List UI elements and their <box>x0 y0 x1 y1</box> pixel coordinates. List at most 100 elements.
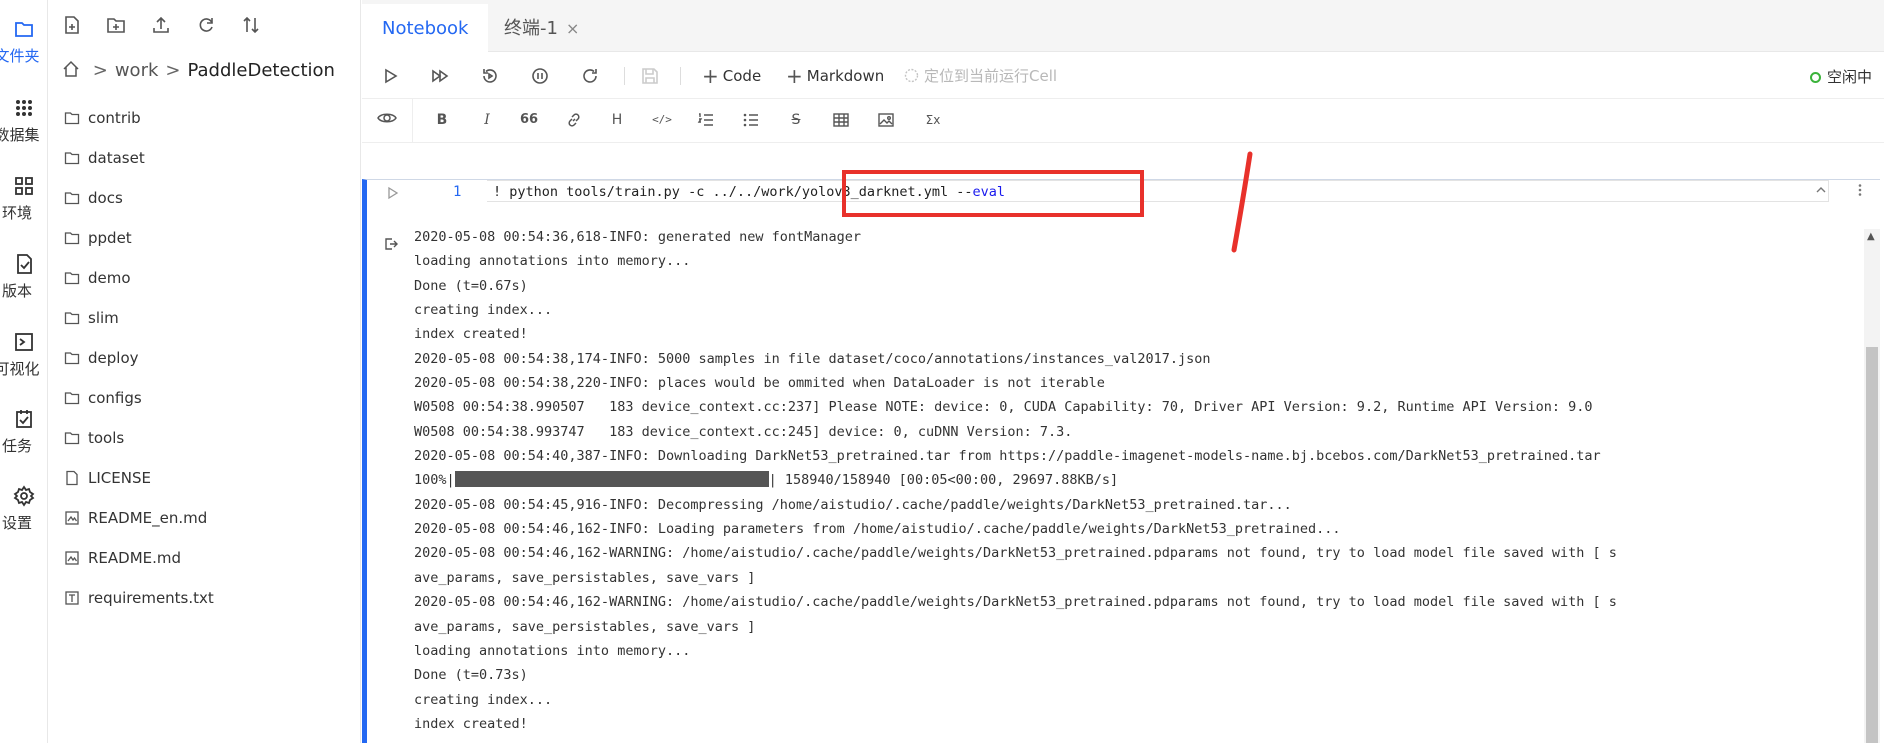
file-item[interactable]: contrib <box>64 98 354 138</box>
refresh-icon[interactable] <box>196 15 216 35</box>
add-markdown-button[interactable]: + Markdown <box>786 66 884 86</box>
bold-button[interactable]: B <box>433 111 451 129</box>
visualization-icon <box>15 333 33 351</box>
output-scrollbar[interactable]: ▲ <box>1864 229 1880 743</box>
locate-running-cell-button[interactable]: 定位到当前运行Cell <box>904 66 1057 86</box>
table-icon[interactable] <box>832 111 850 129</box>
chevron-up-icon[interactable] <box>1814 183 1828 197</box>
file-item[interactable]: requirements.txt <box>64 578 354 618</box>
progress-prefix: 100%| <box>414 472 455 489</box>
breadcrumb-current: PaddleDetection <box>187 60 335 81</box>
file-name: slim <box>88 309 119 327</box>
progress-suffix: | 158940/158940 [00:05<00:00, 29697.88KB… <box>768 472 1119 489</box>
dataset-icon <box>16 100 32 116</box>
file-item[interactable]: LICENSE <box>64 458 354 498</box>
run-all-icon[interactable] <box>430 66 450 86</box>
folder-icon <box>64 192 80 205</box>
plus-icon: + <box>786 64 803 88</box>
breadcrumb-work[interactable]: work <box>115 60 159 81</box>
folder-icon <box>64 152 80 165</box>
folder-icon <box>64 232 80 245</box>
file-name: ppdet <box>88 229 132 247</box>
file-item[interactable]: demo <box>64 258 354 298</box>
file-item[interactable]: dataset <box>64 138 354 178</box>
file-item[interactable]: README.md <box>64 538 354 578</box>
folder-icon <box>64 432 80 445</box>
file-item[interactable]: slim <box>64 298 354 338</box>
activity-item-environment[interactable]: 环境 <box>0 175 47 223</box>
file-item[interactable]: ppdet <box>64 218 354 258</box>
new-file-icon[interactable] <box>62 15 82 35</box>
code-button[interactable]: </> <box>650 111 674 129</box>
activity-item-dataset[interactable]: 数据集 <box>0 97 47 145</box>
activity-item-task[interactable]: 任务 <box>0 408 47 456</box>
formula-button[interactable]: Σx <box>922 111 944 129</box>
save-icon[interactable] <box>640 66 660 86</box>
markdown-file-icon <box>65 551 79 565</box>
upload-icon[interactable] <box>151 15 171 35</box>
code-cell[interactable]: 1 ! python tools/train.py -c ../../work/… <box>362 179 1880 743</box>
home-icon[interactable] <box>62 60 80 78</box>
strikethrough-button[interactable]: S <box>787 111 805 129</box>
file-toolbar <box>48 0 361 52</box>
tab-notebook[interactable]: Notebook <box>362 4 489 53</box>
file-item[interactable]: tools <box>64 418 354 458</box>
activity-bar: 文件夹 数据集 环境 版本 可视化 任务 设置 <box>0 0 48 743</box>
file-item[interactable]: configs <box>64 378 354 418</box>
add-code-button[interactable]: + Code <box>702 66 761 86</box>
more-options-icon[interactable] <box>1853 183 1867 197</box>
breadcrumb-separator: > <box>92 60 108 81</box>
version-icon <box>17 254 32 274</box>
file-name: README.md <box>88 549 182 567</box>
run-icon[interactable] <box>380 66 400 86</box>
file-item[interactable]: README_en.md <box>64 498 354 538</box>
image-icon[interactable] <box>877 111 895 129</box>
activity-label: 任务 <box>1 437 32 455</box>
file-name: demo <box>88 269 131 287</box>
toolbar-divider <box>680 67 681 85</box>
heading-button[interactable]: H <box>608 111 626 129</box>
scroll-up-icon[interactable]: ▲ <box>1867 232 1877 242</box>
output-line: 2020-05-08 00:54:38,174-INFO: 5000 sampl… <box>414 350 1211 367</box>
unordered-list-icon[interactable] <box>742 111 760 129</box>
preview-eye-icon[interactable] <box>377 109 397 127</box>
plus-icon: + <box>702 64 719 88</box>
link-icon[interactable] <box>565 111 583 129</box>
file-icon <box>66 470 78 486</box>
activity-label: 文件夹 <box>0 47 40 65</box>
activity-item-visualization[interactable]: 可视化 <box>0 331 47 379</box>
ordered-list-icon[interactable] <box>697 111 715 129</box>
italic-button[interactable]: I <box>478 111 496 129</box>
close-icon[interactable]: × <box>566 19 579 38</box>
scroll-thumb[interactable] <box>1866 347 1878 743</box>
restart-icon[interactable] <box>580 66 600 86</box>
activity-item-settings[interactable]: 设置 <box>0 485 47 533</box>
tab-terminal-1[interactable]: 终端-1 × <box>484 4 599 53</box>
output-line: creating index... <box>414 691 553 708</box>
folder-icon <box>64 112 80 125</box>
output-line: W0508 00:54:38.993747 183 device_context… <box>414 423 1073 440</box>
output-line: 2020-05-08 00:54:46,162-WARNING: /home/a… <box>414 545 1617 562</box>
locate-label: 定位到当前运行Cell <box>924 67 1058 85</box>
breadcrumb: > work > PaddleDetection <box>62 60 335 84</box>
file-item[interactable]: deploy <box>64 338 354 378</box>
activity-item-version[interactable]: 版本 <box>0 253 47 301</box>
activity-label: 环境 <box>1 204 32 222</box>
new-folder-icon[interactable] <box>106 15 126 35</box>
run-cell-icon[interactable] <box>387 186 399 200</box>
sort-icon[interactable] <box>241 15 261 35</box>
quote-button[interactable]: 66 <box>520 111 538 129</box>
output-line: ave_params, save_persistables, save_vars… <box>414 569 756 586</box>
file-item[interactable]: docs <box>64 178 354 218</box>
output-toggle-icon[interactable] <box>383 236 399 252</box>
activity-item-folder[interactable]: 文件夹 <box>0 18 47 66</box>
activity-label: 可视化 <box>0 360 40 378</box>
pause-icon[interactable] <box>530 66 550 86</box>
toolbar-divider <box>412 99 413 143</box>
file-panel: > work > PaddleDetection contrib dataset do… <box>48 0 361 743</box>
restart-run-icon[interactable] <box>480 66 500 86</box>
output-line: creating index... <box>414 302 553 319</box>
output-line: loading annotations into memory... <box>414 253 691 270</box>
line-number: 1 <box>453 184 462 200</box>
output-line: 2020-05-08 00:54:46,162-INFO: Loading pa… <box>414 521 1341 538</box>
